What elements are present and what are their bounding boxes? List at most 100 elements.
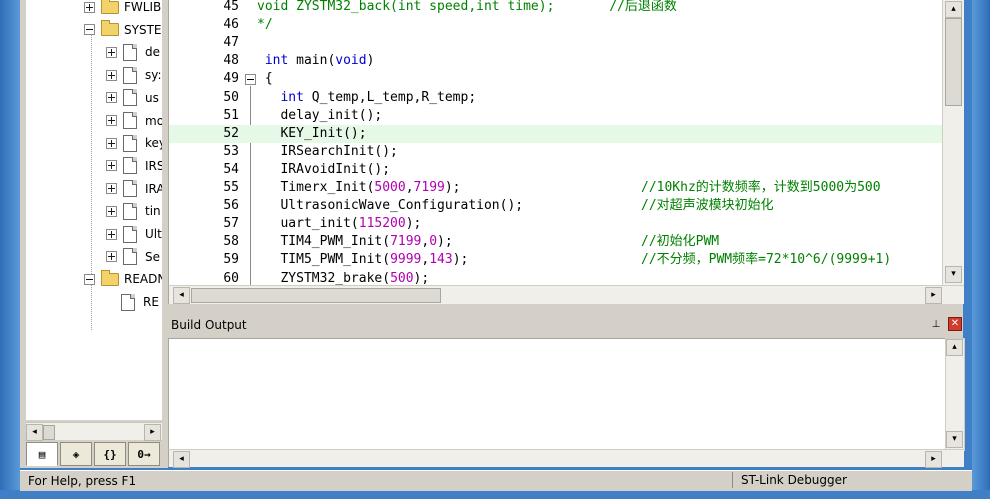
folder-icon [101, 269, 119, 286]
scrollbar-thumb[interactable] [945, 18, 962, 106]
tree-item-label: READN [124, 272, 162, 287]
functions-tab[interactable]: {} [94, 442, 126, 466]
code-line[interactable]: 58 TIM4_PWM_Init(7199,0);//初始化PWM [169, 233, 943, 251]
project-horizontal-scrollbar[interactable]: ◂ ▸ [26, 422, 162, 441]
scroll-up-button[interactable]: ▴ [945, 1, 962, 18]
expand-icon[interactable] [106, 115, 117, 126]
file-icon [123, 157, 137, 175]
pin-icon[interactable]: ⊥ [930, 318, 942, 331]
file-icon [123, 202, 137, 220]
code-line[interactable]: 50 int Q_temp,L_temp,R_temp; [169, 89, 943, 107]
expand-icon[interactable] [106, 183, 117, 195]
books-tab[interactable]: ◈ [60, 442, 92, 466]
code-line[interactable]: 45 void ZYSTM32_back(int speed,int time);… [169, 0, 943, 16]
project-tab[interactable]: ▤ [26, 442, 58, 466]
code-line[interactable]: 53 IRSearchInit(); [169, 143, 943, 161]
build-output-title: Build Output [171, 318, 247, 332]
tree-item[interactable]: key [106, 133, 162, 153]
expand-icon[interactable] [106, 228, 117, 240]
editor-vertical-scrollbar[interactable]: ▴ ▾ [942, 0, 964, 285]
expand-icon[interactable] [84, 1, 95, 13]
code-line[interactable]: 55 Timerx_Init(5000,7199);//10Khz的计数频率，计… [169, 179, 943, 197]
tree-item-label: tin [145, 204, 161, 219]
templates-tab[interactable]: 0→ [128, 442, 160, 466]
project-panel-tabs: ▤ ◈ {} 0→ [26, 442, 162, 466]
tree-item[interactable]: Ult [106, 224, 162, 244]
scroll-left-button[interactable]: ◂ [26, 424, 43, 441]
code-line[interactable]: 59 TIM5_PWM_Init(9999,143);//不分频，PWM频率=7… [169, 251, 943, 269]
line-number: 60 [223, 270, 239, 286]
tree-item-label: IRA [145, 181, 162, 196]
code-line[interactable]: 47 [169, 34, 943, 52]
expand-icon[interactable] [106, 69, 117, 81]
code-text: int Q_temp,L_temp,R_temp; [280, 89, 477, 105]
tree-item[interactable]: us [106, 88, 159, 108]
fold-collapse-icon[interactable] [245, 74, 256, 86]
scroll-left-button[interactable]: ◂ [173, 287, 190, 304]
scroll-down-button[interactable]: ▾ [945, 266, 962, 283]
line-number: 46 [223, 17, 239, 33]
tree-item[interactable]: RE [106, 292, 159, 312]
build-output-header: Build Output ⊥ ✕ [168, 312, 963, 338]
editor-horizontal-scrollbar[interactable]: ◂ ▸ [168, 285, 964, 304]
tree-item[interactable]: mo [106, 111, 162, 131]
tree-item[interactable]: READN [84, 269, 162, 289]
code-text: delay_init(); [257, 107, 383, 123]
tree-item[interactable]: Se [106, 247, 160, 267]
code-line[interactable]: 56 UltrasonicWave_Configuration();//对超声波… [169, 197, 943, 215]
code-editor[interactable]: 45 void ZYSTM32_back(int speed,int time);… [168, 0, 964, 285]
tree-item[interactable]: SYSTE [84, 20, 161, 40]
scrollbar-thumb[interactable] [191, 288, 441, 303]
scroll-right-button[interactable]: ▸ [925, 287, 942, 304]
code-line[interactable]: 49 { [169, 70, 943, 88]
code-line[interactable]: 57 uart_init(115200); [169, 215, 943, 233]
tree-item[interactable]: tin [106, 201, 161, 221]
expand-icon[interactable] [106, 137, 117, 149]
expand-icon[interactable] [106, 205, 117, 217]
scroll-left-button[interactable]: ◂ [173, 451, 190, 468]
expand-icon[interactable] [106, 92, 117, 104]
file-icon [123, 43, 137, 61]
tree-item[interactable]: IRA [106, 179, 162, 199]
code-text: UltrasonicWave_Configuration();//对超声波模块初… [257, 198, 774, 214]
code-line[interactable]: 48 int main(void) [169, 52, 943, 70]
code-text: TIM4_PWM_Init(7199,0);//初始化PWM [257, 234, 720, 250]
line-number: 55 [223, 180, 239, 195]
build-horizontal-scrollbar[interactable]: ◂ ▸ [168, 449, 964, 468]
line-number: 52 [223, 125, 239, 141]
code-line[interactable]: 60 ZYSTM32_brake(500); [169, 270, 943, 286]
tree-item-label: key [145, 136, 162, 151]
status-help-text: For Help, press F1 [28, 474, 137, 488]
close-icon[interactable]: ✕ [948, 317, 962, 331]
tree-item-label: RE [143, 295, 159, 310]
tree-item[interactable]: IRS [106, 156, 162, 176]
scroll-right-button[interactable]: ▸ [925, 451, 942, 468]
scroll-right-button[interactable]: ▸ [144, 424, 161, 441]
expand-icon[interactable] [106, 251, 117, 263]
line-number: 51 [223, 107, 239, 123]
tree-item-label: Ult [145, 227, 162, 241]
expand-icon[interactable] [106, 160, 117, 172]
horizontal-splitter[interactable] [168, 304, 963, 312]
collapse-icon[interactable] [84, 24, 95, 36]
tree-item[interactable]: sy: [106, 65, 162, 85]
scroll-down-button[interactable]: ▾ [946, 431, 963, 448]
code-line[interactable]: 52 KEY_Init(); [169, 124, 943, 143]
scroll-up-button[interactable]: ▴ [946, 339, 963, 356]
line-number: 56 [223, 198, 239, 214]
build-output-text[interactable] [168, 338, 946, 450]
file-icon [123, 225, 137, 243]
code-text: int main(void) [264, 53, 375, 69]
scrollbar-thumb[interactable] [43, 425, 55, 440]
collapse-icon[interactable] [84, 273, 95, 285]
window-frame-bottom [0, 490, 990, 499]
code-line[interactable]: 54 IRAvoidInit(); [169, 161, 943, 179]
line-number: 47 [223, 35, 239, 51]
code-text: { [257, 71, 273, 87]
build-vertical-scrollbar[interactable]: ▴ ▾ [945, 338, 965, 451]
expand-icon[interactable] [106, 46, 117, 58]
tree-item[interactable]: FWLIB [84, 0, 161, 17]
code-line[interactable]: 46 */ [169, 16, 943, 34]
code-line[interactable]: 51 delay_init(); [169, 107, 943, 125]
tree-item[interactable]: de [106, 42, 160, 62]
